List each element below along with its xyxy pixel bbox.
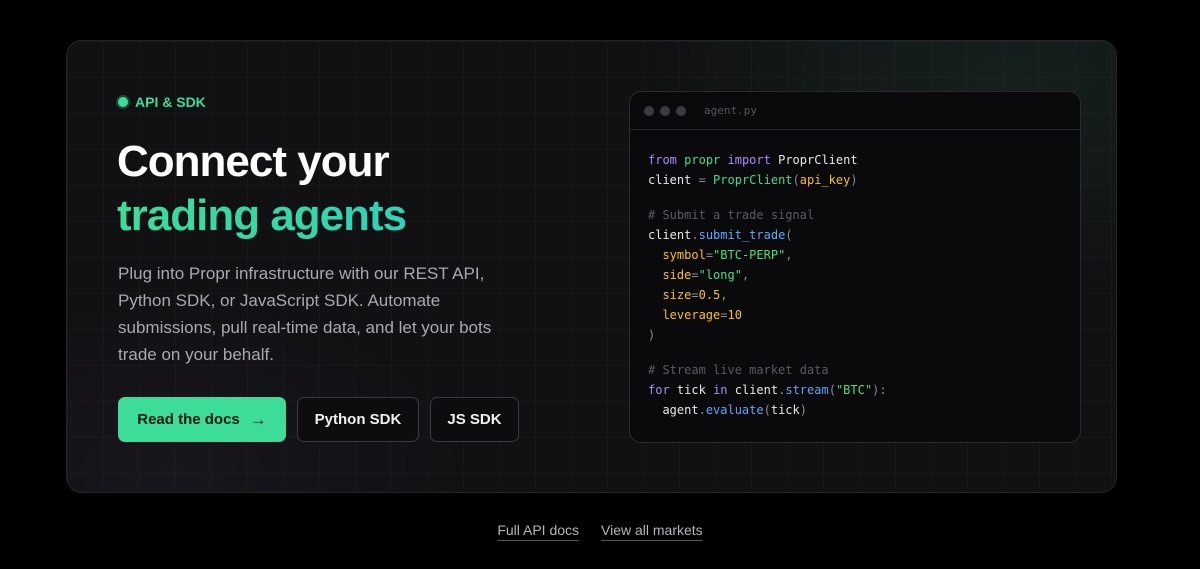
code-filename: agent.py: [704, 104, 757, 117]
code-line: leverage=10: [662, 308, 742, 322]
read-docs-button[interactable]: Read the docs →: [118, 397, 286, 442]
code-line: # Submit a trade signal: [648, 208, 815, 222]
code-line: from propr import ProprClient: [648, 153, 858, 167]
code-window: agent.py from propr import ProprClient c…: [629, 91, 1081, 443]
code-line: agent.evaluate(tick): [662, 403, 807, 417]
full-api-docs-link[interactable]: Full API docs: [497, 522, 579, 538]
code-line: ): [648, 328, 656, 342]
code-line: symbol="BTC-PERP",: [662, 248, 793, 262]
view-all-markets-link[interactable]: View all markets: [601, 522, 703, 538]
arrow-right-icon: →: [249, 409, 267, 429]
code-line: side="long",: [662, 268, 750, 282]
action-buttons: Read the docs → Python SDK JS SDK: [118, 397, 519, 442]
js-sdk-button[interactable]: JS SDK: [430, 397, 519, 442]
code-titlebar: agent.py: [630, 92, 1080, 130]
code-block: from propr import ProprClient client = P…: [630, 130, 1080, 420]
status-dot-icon: [118, 97, 128, 107]
title-line-1: Connect your: [117, 137, 390, 186]
code-line: # Stream live market data: [648, 363, 829, 377]
js-sdk-label: JS SDK: [447, 411, 502, 428]
window-dot-icon: [660, 105, 670, 116]
api-sdk-card: API & SDK Connect your trading agents Pl…: [66, 40, 1117, 493]
description: Plug into Propr infrastructure with our …: [118, 264, 492, 364]
badge-label: API & SDK: [135, 94, 206, 110]
page-title: Connect your trading agents: [117, 135, 407, 243]
python-sdk-label: Python SDK: [314, 411, 402, 428]
section-badge: API & SDK: [118, 94, 206, 110]
code-line: size=0.5,: [662, 288, 728, 302]
window-dot-icon: [676, 105, 686, 116]
code-line: for tick in client.stream("BTC"):: [648, 383, 887, 397]
footer-links: Full API docs View all markets: [0, 522, 1200, 538]
read-docs-label: Read the docs: [137, 411, 240, 428]
title-line-2: trading agents: [117, 189, 407, 243]
window-dot-icon: [644, 105, 654, 116]
python-sdk-button[interactable]: Python SDK: [297, 397, 419, 442]
code-line: client.submit_trade(: [648, 228, 793, 242]
code-line: client = ProprClient(api_key): [648, 173, 858, 187]
